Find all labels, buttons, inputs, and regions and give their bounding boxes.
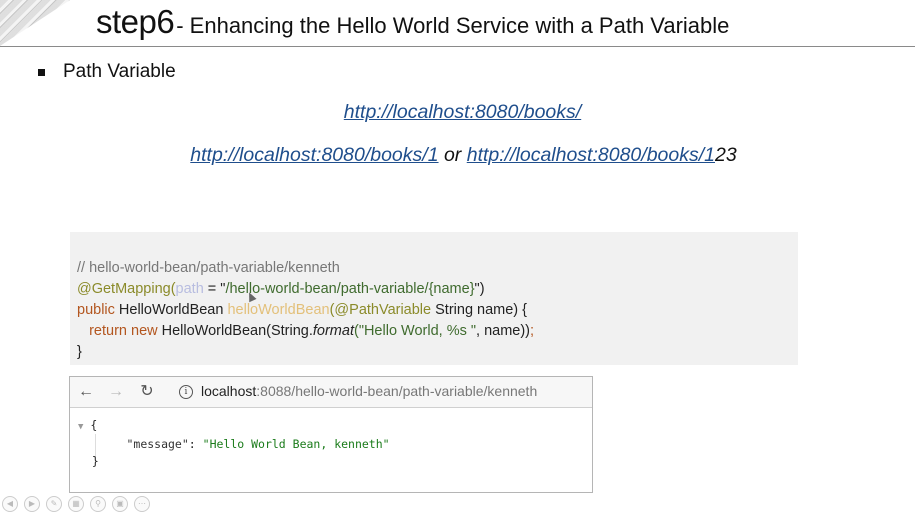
link-suffix: 23	[715, 144, 737, 166]
json-close-brace: }	[91, 454, 99, 468]
json-key: "message"	[126, 437, 189, 451]
bullet-square-icon	[38, 68, 45, 76]
page-title: step6 - Enhancing the Hello World Servic…	[96, 0, 729, 44]
info-icon[interactable]: i	[179, 385, 193, 399]
more-options-icon[interactable]: ⋯	[134, 496, 150, 512]
code-annotation: @GetMapping(	[77, 281, 176, 297]
books-link[interactable]: http://localhost:8080/books/	[344, 101, 581, 123]
code-args: , name))	[476, 323, 531, 339]
code-close: ")	[474, 281, 485, 297]
back-arrow-icon[interactable]: ←	[76, 382, 96, 402]
code-semicolon: ;	[530, 323, 535, 339]
browser-window: ← → ↻ i localhost:8088/hello-world-bean/…	[69, 376, 593, 493]
link-line-1: http://localhost:8080/books/	[5, 101, 915, 124]
book-123-link[interactable]: http://localhost:8080/books/1	[467, 144, 715, 166]
reload-icon[interactable]: ↻	[137, 382, 157, 402]
code-pathvariable: @PathVariable	[334, 302, 436, 318]
next-slide-icon[interactable]: ▶	[24, 496, 40, 512]
bullet-text: Path Variable	[63, 61, 176, 82]
code-format: format	[312, 323, 354, 339]
code-brace: }	[77, 344, 82, 360]
slides-grid-icon[interactable]: ▦	[68, 496, 84, 512]
url-host: localhost	[201, 383, 257, 399]
title-text: - Enhancing the Hello World Service with…	[176, 13, 730, 38]
slide-controls: ◀ ▶ ✎ ▦ ⚲ ▣ ⋯	[2, 496, 150, 512]
code-format-string: ("Hello World, %s "	[353, 323, 477, 339]
code-keyword: public	[77, 302, 119, 318]
prev-slide-icon[interactable]: ◀	[2, 496, 18, 512]
link-line-2: http://localhost:8080/books/1 or http://…	[6, 144, 915, 167]
code-type: HelloWorldBean	[118, 302, 228, 318]
code-param: path	[175, 281, 204, 297]
code-return: return new	[89, 323, 162, 339]
url-path: :8088/hello-world-bean/path-variable/ken…	[256, 383, 538, 399]
book-1-link[interactable]: http://localhost:8080/books/1	[190, 144, 438, 166]
json-colon: :	[188, 437, 203, 451]
browser-toolbar: ← → ↻ i localhost:8088/hello-world-bean/…	[70, 377, 592, 408]
subtitles-icon[interactable]: ▣	[112, 496, 128, 512]
code-comment: // hello-world-bean/path-variable/kennet…	[77, 260, 340, 276]
or-text: or	[438, 144, 467, 166]
title-step: step6	[96, 3, 175, 40]
code-method: helloWorldBean	[227, 302, 330, 318]
title-divider	[0, 46, 915, 47]
collapse-triangle-icon[interactable]: ▼	[78, 422, 83, 432]
keyboard-decoration	[0, 0, 70, 46]
code-signature-rest: String name) {	[435, 302, 528, 318]
json-open-brace: {	[90, 418, 98, 432]
bullet-item: Path Variable	[38, 61, 176, 83]
code-eq: = "	[203, 281, 226, 297]
json-value: "Hello World Bean, kenneth"	[202, 437, 390, 451]
code-block: // hello-world-bean/path-variable/kennet…	[70, 232, 798, 365]
code-path-string: /hello-world-bean/path-variable/{name}	[225, 281, 475, 297]
zoom-icon[interactable]: ⚲	[90, 496, 106, 512]
code-text: // hello-world-bean/path-variable/kennet…	[77, 258, 534, 363]
pen-icon[interactable]: ✎	[46, 496, 62, 512]
forward-arrow-icon[interactable]: →	[106, 382, 126, 402]
address-bar[interactable]: localhost:8088/hello-world-bean/path-var…	[201, 383, 537, 399]
json-viewer: ▼ { "message": "Hello World Bean, kennet…	[78, 417, 390, 470]
code-constructor: HelloWorldBean(String.	[161, 323, 313, 339]
